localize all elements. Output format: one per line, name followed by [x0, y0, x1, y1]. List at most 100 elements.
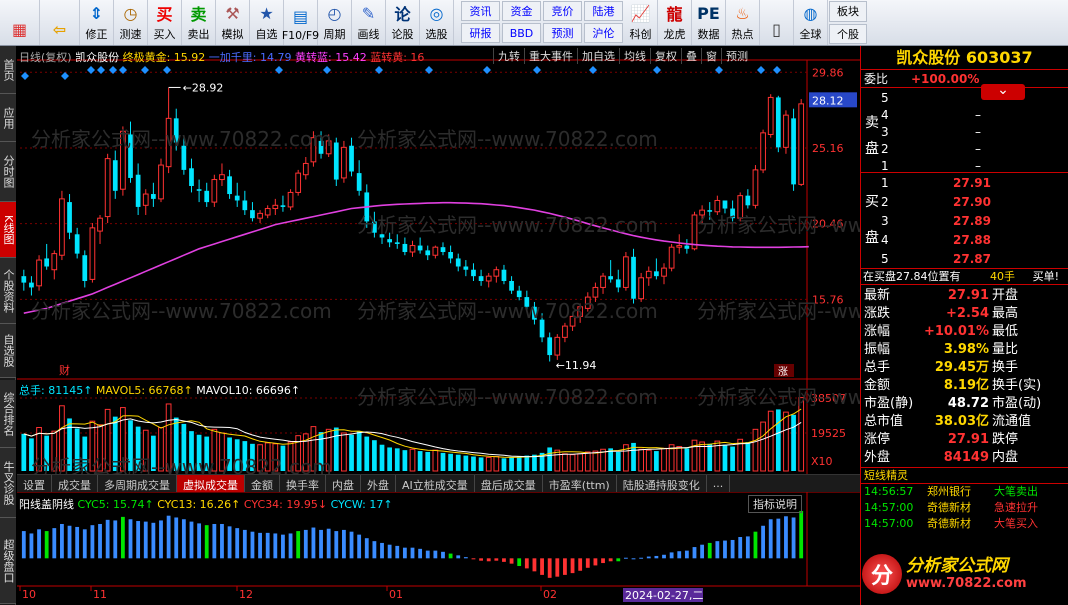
chart-menu-item[interactable]: 预测 [721, 48, 752, 64]
indicator-tab[interactable]: ... [707, 475, 731, 492]
left-tab-5[interactable]: 自选股 [0, 324, 16, 378]
grid-button[interactable]: ▦ [0, 0, 40, 45]
candle-body [562, 325, 568, 338]
volume-bar [379, 444, 385, 471]
indicator-tab[interactable]: 金额 [245, 475, 280, 492]
quote-table: 最新 27.91 开盘 涨跌 +2.54 最高 涨幅 +10.01% 最低 振幅 3.98% 量比 总手… [861, 285, 1068, 468]
indicator-bar [441, 551, 445, 559]
toolbar-grid-item[interactable]: 沪伦 [584, 23, 623, 43]
volume-bar [341, 432, 347, 472]
toolbar-clock-button[interactable]: ◷ 测速 [114, 0, 148, 45]
indicator-bar [631, 558, 636, 560]
toolbar-grid-item[interactable]: 陆港 [584, 1, 623, 21]
indicator-bar [738, 537, 743, 559]
toolbar-grid-item[interactable]: 资金 [502, 1, 541, 21]
indicator-bar [639, 557, 644, 559]
toolbar-grid-item[interactable]: BBD [502, 23, 541, 43]
indicator-tab[interactable]: 多周期成交量 [98, 475, 177, 492]
short-elf-item[interactable]: 14:57:00 奇德新材 大笔买入 [861, 516, 1068, 532]
toolbar-cycle-button[interactable]: ◴ 周期 [318, 0, 352, 45]
candle-body [349, 145, 354, 172]
toolbar-stack-item[interactable]: 个股 [829, 23, 867, 44]
chart-menu-item[interactable]: 加自选 [577, 48, 619, 64]
toolbar-chart-button[interactable]: 📈 科创 [624, 0, 658, 45]
sell-icon: 卖 [190, 5, 207, 24]
candle-body [242, 200, 248, 211]
indicator-tab[interactable]: 市盈率(ttm) [543, 475, 617, 492]
indicator-tab[interactable]: AI立桩成交量 [396, 475, 475, 492]
toolbar-select-stock-button[interactable]: ◎ 选股 [420, 0, 454, 45]
candle-body [219, 174, 225, 181]
toolbar-globe-button[interactable]: ◍ 全球 [794, 0, 828, 45]
toolbar-window-button[interactable]: ▤ F10/F9 [282, 0, 319, 45]
toolbar-discuss-button[interactable]: 论论股 [386, 0, 420, 45]
toolbar-pencil-button[interactable]: ✎ 画线 [352, 0, 386, 45]
toolbar-grid-item[interactable]: 预测 [543, 23, 582, 43]
candle-body [425, 250, 431, 256]
volume-bar [791, 414, 796, 471]
left-tab-7[interactable]: 牛叉诊股 [0, 448, 16, 518]
chart-menu-item[interactable]: 九转 [493, 48, 524, 64]
left-tab-0[interactable]: 首页 [0, 46, 16, 94]
toolbar-sell-button[interactable]: 卖卖出 [182, 0, 216, 45]
toolbar-fire-button[interactable]: ♨ 热点 [726, 0, 760, 45]
toolbar-pe-button[interactable]: PE 数据 [692, 0, 726, 45]
buy-side-label: 买 [865, 194, 879, 210]
left-tab-8[interactable]: 超级盘口 [0, 518, 16, 604]
left-tab-3[interactable]: K线图 [0, 202, 16, 258]
toolbar-grid-item[interactable]: 资讯 [461, 1, 500, 21]
back-arrow-button[interactable]: ⇦ [40, 0, 80, 45]
short-elf-item[interactable]: 14:57:00 奇德新材 急速拉升 [861, 500, 1068, 516]
toolbar-star-folder-button[interactable]: ★ 自选 [250, 0, 284, 45]
toolbar-phone-button[interactable]: ▯ [760, 0, 794, 45]
candle-body [707, 210, 713, 212]
toolbar-buy-button[interactable]: 买买入 [148, 0, 182, 45]
indicator-tab[interactable]: 内盘 [326, 475, 361, 492]
toolbar-hammer-button[interactable]: ⚒ 模拟 [216, 0, 250, 45]
left-tab-6[interactable]: 综合排名 [0, 380, 16, 448]
toolbar-up-down-button[interactable]: ⇕ 修正 [80, 0, 114, 45]
indicator-tab[interactable]: 陆股通持股变化 [617, 475, 707, 492]
price-tick: 29.86 [812, 66, 844, 79]
kline-chart-area[interactable]: 29.86 25.16 20.46 15.76 28.12 ←28.92 ←11.94 财涨 3… [17, 46, 860, 605]
left-tab-1[interactable]: 应用 [0, 94, 16, 142]
toolbar-grid-item[interactable]: 研报 [461, 23, 500, 43]
chart-menu-item[interactable]: 叠 [681, 48, 701, 64]
indicator-tab[interactable]: 虚拟成交量 [177, 475, 245, 492]
left-tab-4[interactable]: 个股资料 [0, 258, 16, 324]
candle-body [21, 276, 27, 283]
candle-body [341, 146, 347, 179]
indicator-legend-item: CYC5: 15.74↑ [77, 498, 154, 511]
indicator-help-button[interactable]: 指标说明 [748, 495, 802, 513]
indicator-tab[interactable]: 换手率 [280, 475, 326, 492]
kline-chart-svg[interactable]: 29.8625.1620.4615.7628.12←28.92←11.94财 涨3… [17, 46, 860, 605]
candle-body [189, 168, 194, 186]
collapse-chevron-icon[interactable]: ⌄ [981, 83, 1025, 100]
indicator-bar [265, 532, 270, 559]
toolbar-stack-item[interactable]: 板块 [829, 1, 867, 22]
toolbar-grid-item[interactable]: 竞价 [543, 1, 582, 21]
event-marker-icon [653, 66, 661, 74]
chart-menu-item[interactable]: 窗 [701, 48, 721, 64]
indicator-bar [761, 525, 765, 559]
indicator-bar [753, 531, 758, 559]
indicator-tab[interactable]: 设置 [17, 475, 52, 492]
quote-label: 跌停 [992, 432, 1019, 447]
candle-body [272, 204, 279, 210]
buy-level: 5 [881, 252, 889, 266]
left-tab-2[interactable]: 分时图 [0, 142, 16, 202]
indicator-tab[interactable]: 盘后成交量 [475, 475, 543, 492]
short-elf-item[interactable]: 14:56:57 郑州银行 大笔卖出 [861, 484, 1068, 500]
indicator-bar [601, 558, 605, 564]
chart-menu-item[interactable]: 均线 [619, 48, 650, 64]
indicator-tab[interactable]: 成交量 [52, 475, 98, 492]
toolbar-label: 选股 [425, 28, 448, 41]
toolbar-dragon-button[interactable]: 龍龙虎 [658, 0, 692, 45]
candle-body [516, 290, 522, 298]
chart-menu-item[interactable]: 重大事件 [524, 48, 577, 64]
short-elf-event: 大笔买入 [994, 517, 1038, 530]
chart-menu-item[interactable]: 复权 [650, 48, 681, 64]
candle-body [51, 253, 58, 271]
volume-tick: X10 [811, 455, 833, 468]
indicator-tab[interactable]: 外盘 [361, 475, 396, 492]
